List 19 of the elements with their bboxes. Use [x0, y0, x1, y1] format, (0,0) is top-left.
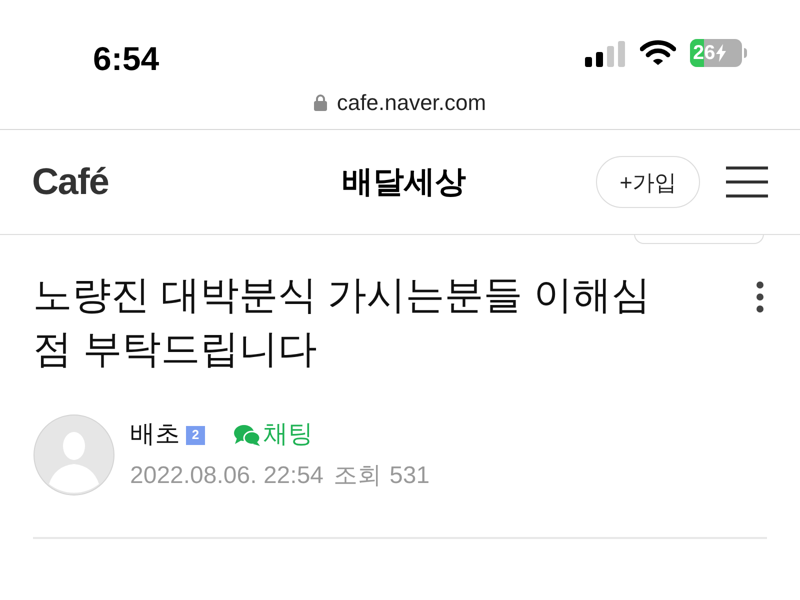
author-name[interactable]: 배초: [130, 416, 180, 454]
views-label: 조회: [334, 460, 382, 491]
join-button[interactable]: +가입: [596, 156, 700, 208]
views-count: 531: [390, 460, 430, 491]
level-badge: 2: [186, 426, 205, 444]
clock-time: 6:54: [93, 39, 160, 79]
cafe-logo[interactable]: Café: [32, 154, 152, 210]
signal-icon: [585, 41, 627, 67]
menu-icon[interactable]: [726, 166, 768, 198]
battery-level: 26: [692, 43, 716, 63]
cafe-title[interactable]: 배달세상: [152, 158, 596, 206]
charging-bolt-icon: [716, 44, 726, 62]
chat-bubbles-icon: [233, 423, 261, 447]
lock-icon: [314, 94, 327, 111]
more-options-icon[interactable]: [756, 281, 764, 313]
wifi-icon: [640, 40, 676, 66]
post-title: 노량진 대박분식 가시는분들 이해심 점 부탁드립니다: [33, 273, 652, 373]
post-date: 2022.08.06. 22:54: [130, 460, 324, 491]
url-address[interactable]: cafe.naver.com: [336, 86, 486, 119]
